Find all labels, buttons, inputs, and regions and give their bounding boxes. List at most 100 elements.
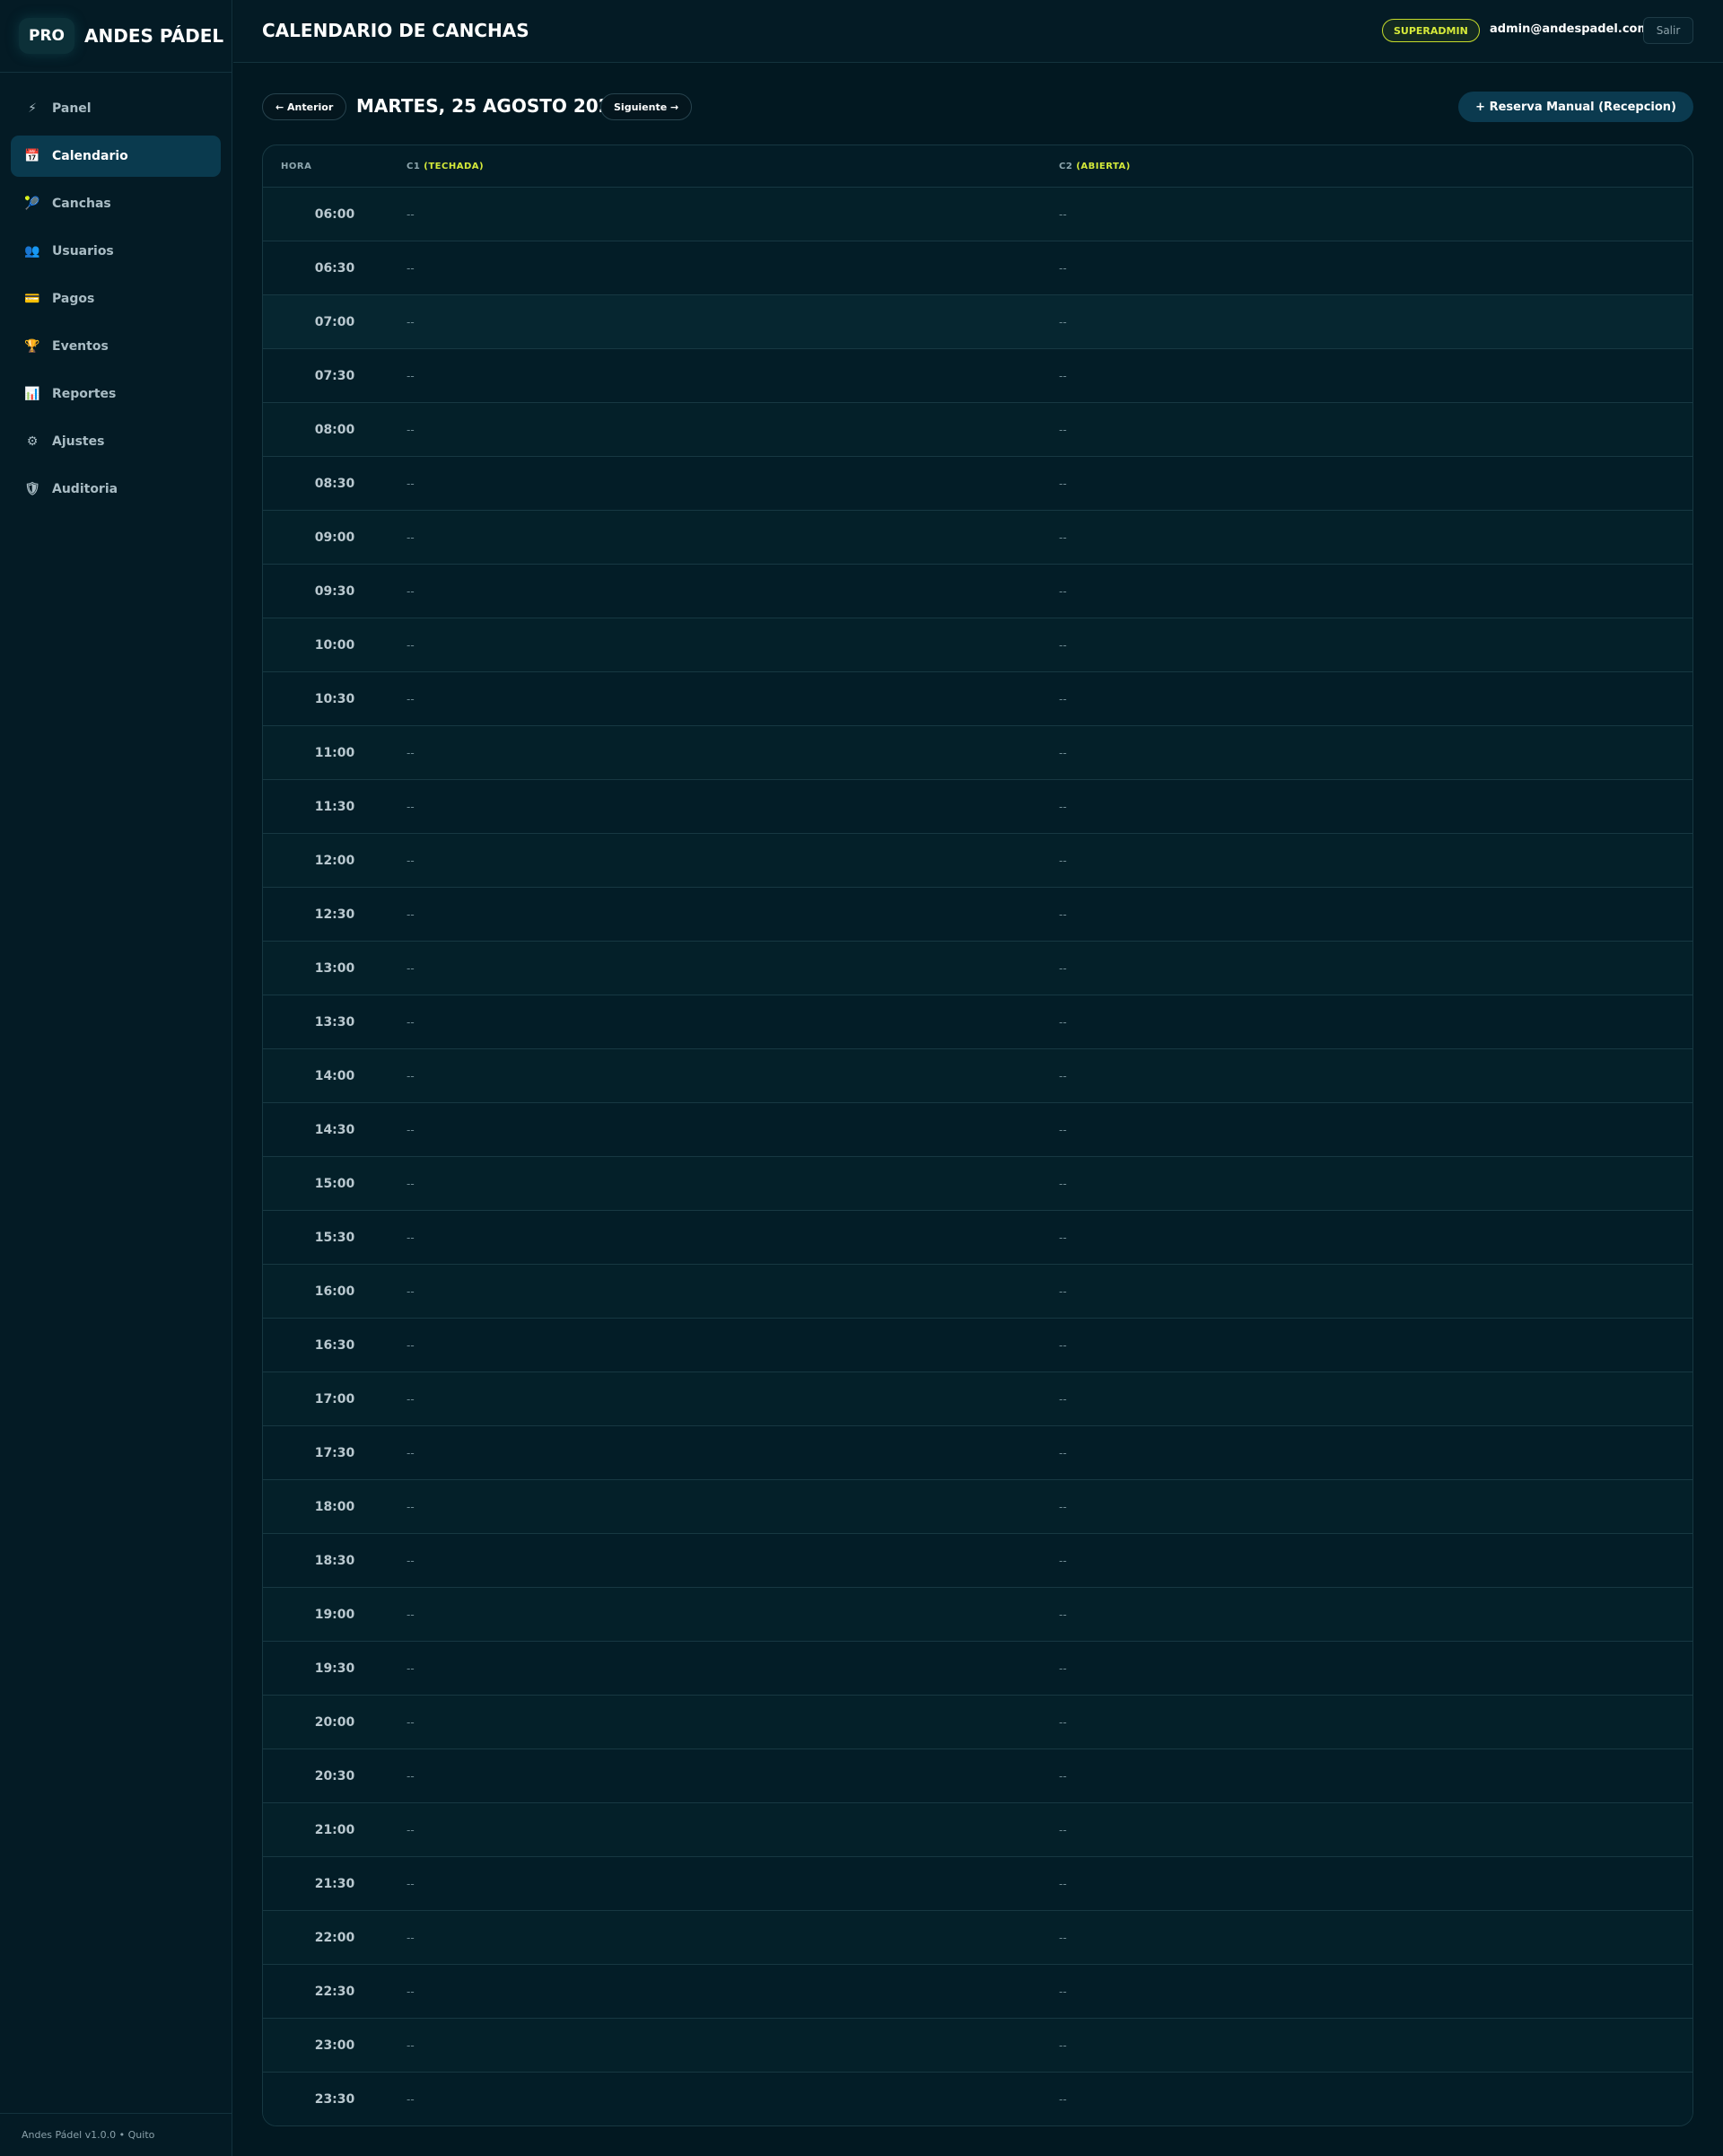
previous-day-button[interactable]: ← Anterior [262, 93, 347, 120]
court-c2-slot[interactable]: -- [1059, 1662, 1692, 1675]
court-c1-slot[interactable]: -- [407, 747, 1059, 759]
court-c2-slot[interactable]: -- [1059, 478, 1692, 490]
sidebar-item-calendario[interactable]: 📅 Calendario [11, 136, 221, 177]
court-c1-slot[interactable]: -- [407, 1716, 1059, 1729]
court-c1-slot[interactable]: -- [407, 1555, 1059, 1567]
court-c1-slot[interactable]: -- [407, 370, 1059, 382]
time-slot-label: 19:00 [314, 1607, 355, 1622]
court-c1-slot[interactable]: -- [407, 1070, 1059, 1082]
court-c2-slot[interactable]: -- [1059, 801, 1692, 813]
table-row: 16:00 -- -- [263, 1265, 1692, 1319]
court-c1-header: C1 (TECHADA) [407, 162, 1059, 171]
court-c2-slot[interactable]: -- [1059, 1555, 1692, 1567]
sidebar-item-panel[interactable]: ⚡ Panel [11, 88, 221, 129]
court-c1-slot[interactable]: -- [407, 1501, 1059, 1513]
court-c1-slot[interactable]: -- [407, 424, 1059, 436]
time-slot-label: 08:00 [314, 422, 355, 437]
court-c1-slot[interactable]: -- [407, 693, 1059, 706]
court-c2-slot[interactable]: -- [1059, 1608, 1692, 1621]
time-slot-label: 14:30 [314, 1122, 355, 1137]
court-c1-slot[interactable]: -- [407, 1285, 1059, 1298]
court-c2-slot[interactable]: -- [1059, 2093, 1692, 2106]
court-c1-slot[interactable]: -- [407, 1231, 1059, 1244]
court-c2-slot[interactable]: -- [1059, 1178, 1692, 1190]
court-c1-slot[interactable]: -- [407, 1824, 1059, 1836]
sidebar-item-canchas[interactable]: 🎾 Canchas [11, 183, 221, 224]
court-c2-slot[interactable]: -- [1059, 1985, 1692, 1998]
brand[interactable]: PRO ANDES PÁDEL [0, 0, 232, 73]
calendar-header: HORA C1 (TECHADA) C2 (ABIERTA) [263, 145, 1692, 188]
court-c2-slot[interactable]: -- [1059, 1447, 1692, 1459]
court-c1-slot[interactable]: -- [407, 1985, 1059, 1998]
next-day-button[interactable]: Siguiente → [600, 93, 693, 120]
court-c1-slot[interactable]: -- [407, 801, 1059, 813]
logout-button[interactable]: Salir [1643, 17, 1693, 44]
court-c1-slot[interactable]: -- [407, 639, 1059, 652]
court-c1-slot[interactable]: -- [407, 208, 1059, 221]
manual-booking-button[interactable]: + Reserva Manual (Recepcion) [1458, 92, 1693, 122]
court-c2-slot[interactable]: -- [1059, 693, 1692, 706]
court-c2-slot[interactable]: -- [1059, 1285, 1692, 1298]
court-c1-slot[interactable]: -- [407, 1770, 1059, 1783]
court-c2-slot[interactable]: -- [1059, 1016, 1692, 1029]
court-c1-slot[interactable]: -- [407, 585, 1059, 598]
court-c2-slot[interactable]: -- [1059, 2039, 1692, 2052]
court-c2-slot[interactable]: -- [1059, 1501, 1692, 1513]
court-c2-slot[interactable]: -- [1059, 1339, 1692, 1352]
court-c1-slot[interactable]: -- [407, 316, 1059, 329]
sidebar-item-pagos[interactable]: 💳 Pagos [11, 278, 221, 320]
court-c1-slot[interactable]: -- [407, 1932, 1059, 1944]
court-c1-slot[interactable]: -- [407, 1878, 1059, 1890]
court-c2-slot[interactable]: -- [1059, 1878, 1692, 1890]
court-c2-slot[interactable]: -- [1059, 531, 1692, 544]
court-c1-slot[interactable]: -- [407, 855, 1059, 867]
court-c1-slot[interactable]: -- [407, 1393, 1059, 1406]
time-slot-label: 17:00 [314, 1391, 355, 1407]
sidebar-item-eventos[interactable]: 🏆 Eventos [11, 326, 221, 367]
sidebar-item-ajustes[interactable]: ⚙ Ajustes [11, 421, 221, 462]
court-c2-slot[interactable]: -- [1059, 585, 1692, 598]
court-c1-slot[interactable]: -- [407, 2093, 1059, 2106]
time-slot-label: 07:00 [314, 314, 355, 329]
court-c1-slot[interactable]: -- [407, 478, 1059, 490]
court-c1-slot[interactable]: -- [407, 908, 1059, 921]
court-c2-slot[interactable]: -- [1059, 908, 1692, 921]
time-slot-label: 19:30 [314, 1661, 355, 1676]
court-c2-slot[interactable]: -- [1059, 962, 1692, 975]
court-c1-slot[interactable]: -- [407, 1662, 1059, 1675]
court-c2-slot[interactable]: -- [1059, 370, 1692, 382]
court-c1-slot[interactable]: -- [407, 531, 1059, 544]
court-c1-slot[interactable]: -- [407, 262, 1059, 275]
court-c1-slot[interactable]: -- [407, 1608, 1059, 1621]
court-c2-slot[interactable]: -- [1059, 1070, 1692, 1082]
sidebar-item-auditoria[interactable]: 🛡 Auditoria [11, 469, 221, 510]
court-c1-slot[interactable]: -- [407, 2039, 1059, 2052]
court-c2-slot[interactable]: -- [1059, 1393, 1692, 1406]
court-c2-slot[interactable]: -- [1059, 424, 1692, 436]
court-c1-slot[interactable]: -- [407, 1339, 1059, 1352]
court-c2-slot[interactable]: -- [1059, 855, 1692, 867]
court-c1-slot[interactable]: -- [407, 962, 1059, 975]
court-c2-slot[interactable]: -- [1059, 1124, 1692, 1136]
court-c1-slot[interactable]: -- [407, 1124, 1059, 1136]
court-c2-slot[interactable]: -- [1059, 1824, 1692, 1836]
court-c1-slot[interactable]: -- [407, 1016, 1059, 1029]
court-c1-slot[interactable]: -- [407, 1447, 1059, 1459]
sidebar-item-usuarios[interactable]: 👥 Usuarios [11, 231, 221, 272]
sidebar-item-label: Eventos [52, 339, 109, 354]
brand-badge: PRO [19, 18, 74, 54]
court-c2-slot[interactable]: -- [1059, 316, 1692, 329]
court-c2-slot[interactable]: -- [1059, 208, 1692, 221]
court-c2-slot[interactable]: -- [1059, 1716, 1692, 1729]
court-c2-slot[interactable]: -- [1059, 747, 1692, 759]
user-email: admin@andespadel.com [1490, 22, 1650, 36]
court-c2-slot[interactable]: -- [1059, 639, 1692, 652]
court-c2-slot[interactable]: -- [1059, 1932, 1692, 1944]
time-slot-label: 21:00 [314, 1822, 355, 1837]
court-c1-slot[interactable]: -- [407, 1178, 1059, 1190]
sidebar-item-reportes[interactable]: 📊 Reportes [11, 373, 221, 415]
court-c2-slot[interactable]: -- [1059, 262, 1692, 275]
court-c2-slot[interactable]: -- [1059, 1231, 1692, 1244]
court-c2-slot[interactable]: -- [1059, 1770, 1692, 1783]
court-c2-type: (ABIERTA) [1076, 161, 1131, 171]
